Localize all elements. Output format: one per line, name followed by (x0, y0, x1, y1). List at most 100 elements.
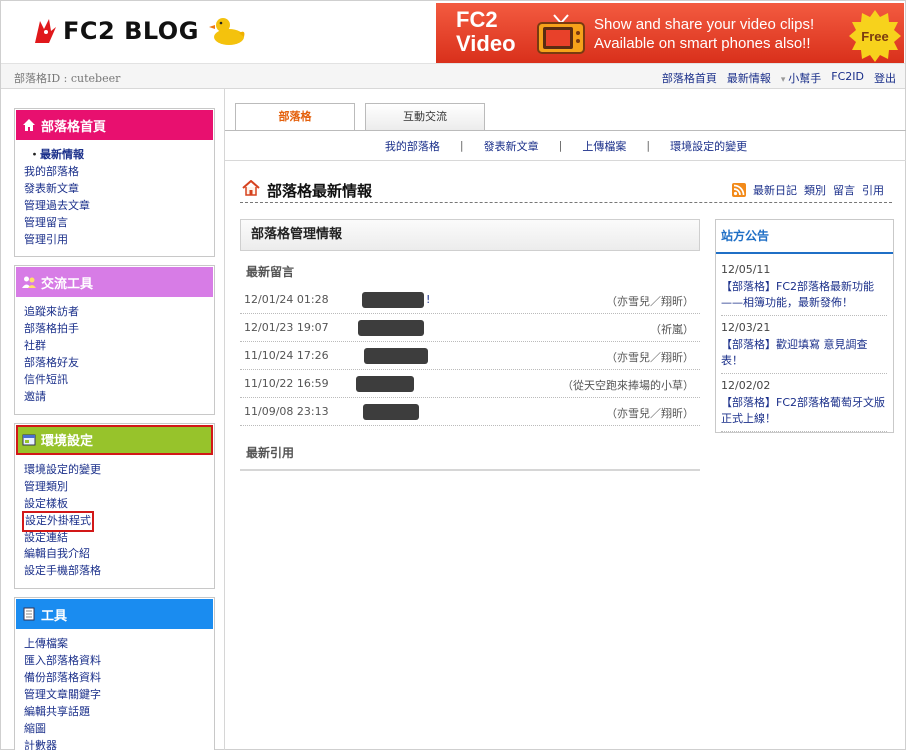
subnav-separator: | (558, 139, 563, 152)
comment-title-redacted[interactable] (360, 348, 440, 364)
page-title: 部落格最新情報 (267, 182, 373, 200)
fc2-video-banner[interactable]: FC2 Video Show and share your video clip… (436, 3, 904, 63)
rss-icon[interactable] (732, 183, 746, 197)
notice-item: 12/03/21 【部落格】歡迎填寫 意見調查表！ (721, 316, 887, 374)
subnav-new-post[interactable]: 發表新文章 (484, 138, 539, 154)
sidebar-item-keywords[interactable]: 管理文章關鍵字 (24, 688, 101, 701)
notice-link[interactable]: 【部落格】歡迎填寫 意見調查表！ (721, 337, 887, 369)
logout-link[interactable]: 登出 (874, 70, 896, 86)
site-notice-box: 站方公告 12/05/11 【部落格】FC2部落格最新功能——相簿功能，最新發佈… (715, 219, 894, 433)
comment-author: （祈嵐） (650, 323, 694, 336)
trackbacks-link[interactable]: 引用 (862, 182, 884, 198)
sidebar-item-community[interactable]: 社群 (24, 339, 46, 352)
sidebar-item-change-settings[interactable]: 環境設定的變更 (24, 463, 101, 476)
sidebar-item-manage-comments[interactable]: 管理留言 (24, 216, 68, 229)
notebook-icon (23, 607, 35, 621)
sidebar-head-tools[interactable]: 工具 (16, 599, 213, 630)
header: FC2 BLOG FC2 Video Show and share your v… (1, 1, 905, 63)
subnav-my-blog[interactable]: 我的部落格 (385, 138, 440, 154)
sidebar-item-plugins[interactable]: 設定外掛程式 (22, 510, 94, 532)
sidebar-item-news[interactable]: 最新情報 (40, 148, 84, 161)
settings-window-icon (22, 434, 36, 446)
comment-list: 12/01/24 01:28 ! （亦雪兒／翔昕） 12/01/23 19:07… (240, 286, 700, 426)
comment-title-redacted[interactable] (356, 376, 440, 392)
sub-navigation: 我的部落格 | 發表新文章 | 上傳檔案 | 環境設定的變更 (225, 131, 906, 161)
notice-link[interactable]: 【部落格】FC2部落格最新功能——相簿功能，最新發佈！ (721, 279, 887, 311)
subnav-upload[interactable]: 上傳檔案 (582, 138, 626, 154)
comment-author: （從天空跑來捧場的小草） (562, 379, 694, 392)
latest-comments-title: 最新留言 (246, 265, 295, 279)
sidebar-item-backup[interactable]: 備份部落格資料 (24, 671, 101, 684)
svg-text:Free: Free (861, 29, 888, 44)
sidebar-item-manage-trackbacks[interactable]: 管理引用 (24, 233, 68, 246)
sidebar-box-community: 交流工具 追蹤來訪者 部落格拍手 社群 部落格好友 信件短訊 邀請 (14, 265, 215, 415)
sidebar-head-home-label: 部落格首頁 (41, 119, 107, 135)
blog-id: 部落格ID : cutebeer (14, 72, 121, 85)
sidebar-item-my-blog[interactable]: 我的部落格 (24, 165, 79, 178)
latest-trackbacks-section: 最新引用 (240, 444, 700, 471)
sidebar-item-visitors[interactable]: 追蹤來訪者 (24, 305, 79, 318)
comment-row: 12/01/24 01:28 ! （亦雪兒／翔昕） (240, 286, 700, 314)
categories-link[interactable]: 類別 (804, 182, 826, 198)
comment-author: （亦雪兒／翔昕） (606, 295, 694, 308)
subnav-change-settings[interactable]: 環境設定的變更 (670, 138, 747, 154)
fc2-blog-logo[interactable]: FC2 BLOG (31, 13, 247, 49)
subnav-separator: | (646, 139, 651, 152)
notice-date: 12/05/11 (721, 263, 771, 276)
sidebar-item-links[interactable]: 設定連結 (24, 531, 68, 544)
sidebar: 部落格首頁 最新情報 我的部落格 發表新文章 管理過去文章 管理留言 管理引用 … (14, 108, 215, 750)
sidebar-item-templates[interactable]: 設定樣板 (24, 497, 68, 510)
sidebar-item-new-post[interactable]: 發表新文章 (24, 182, 79, 195)
latest-trackbacks-title: 最新引用 (246, 446, 295, 460)
notice-link[interactable]: 【部落格】FC2部落格葡萄牙文版正式上線！ (721, 395, 887, 427)
latest-diary-link[interactable]: 最新日記 (753, 182, 797, 198)
house-icon (23, 119, 35, 131)
sidebar-item-counter[interactable]: 計數器 (24, 739, 57, 750)
sidebar-item-manage-posts[interactable]: 管理過去文章 (24, 199, 90, 212)
blog-home-link[interactable]: 部落格首頁 (662, 70, 717, 86)
top-links: 部落格首頁 最新情報 小幫手 FC2ID 登出 (662, 70, 896, 86)
sidebar-head-home[interactable]: 部落格首頁 (16, 110, 213, 140)
sidebar-item-shared-topics[interactable]: 編輯共享話題 (24, 705, 90, 718)
comment-title-redacted[interactable] (358, 320, 440, 336)
banner-brand: FC2 Video (456, 7, 516, 56)
sidebar-list-tools: 上傳檔案 匯入部落格資料 備份部落格資料 管理文章關鍵字 編輯共享話題 縮圖 計… (15, 630, 214, 750)
notice-list: 12/05/11 【部落格】FC2部落格最新功能——相簿功能，最新發佈！ 12/… (716, 254, 893, 432)
sidebar-item-blog-friends[interactable]: 部落格好友 (24, 356, 79, 369)
comment-row: 11/09/08 23:13 （亦雪兒／翔昕） (240, 398, 700, 426)
sidebar-item-clap[interactable]: 部落格拍手 (24, 322, 79, 335)
sidebar-list-settings: 環境設定的變更 管理類別 設定樣板 設定外掛程式 設定連結 編輯自我介紹 設定手… (15, 456, 214, 588)
notice-date: 12/03/21 (721, 321, 771, 334)
tab-interaction[interactable]: 互動交流 (365, 103, 485, 130)
comment-title-redacted[interactable]: ! (360, 292, 440, 308)
news-link[interactable]: 最新情報 (727, 70, 771, 86)
tab-bar: 部落格 互動交流 (235, 103, 485, 131)
comment-date: 12/01/23 19:07 (244, 321, 329, 334)
sidebar-box-tools: 工具 上傳檔案 匯入部落格資料 備份部落格資料 管理文章關鍵字 編輯共享話題 縮… (14, 597, 215, 750)
home-icon (242, 180, 260, 196)
sidebar-item-thumbnails[interactable]: 縮圖 (24, 722, 46, 735)
duck-icon (208, 18, 245, 45)
comment-title-redacted[interactable] (360, 404, 440, 420)
sidebar-item-messages[interactable]: 信件短訊 (24, 373, 68, 386)
help-dropdown[interactable]: 小幫手 (781, 70, 821, 86)
tv-icon (537, 14, 585, 54)
sidebar-item-import[interactable]: 匯入部落格資料 (24, 654, 101, 667)
sidebar-item-mobile-blog[interactable]: 設定手機部落格 (24, 564, 101, 577)
logo-text: FC2 BLOG (63, 17, 199, 45)
comment-date: 12/01/24 01:28 (244, 293, 329, 306)
sidebar-item-manage-categories[interactable]: 管理類別 (24, 480, 68, 493)
sidebar-item-upload[interactable]: 上傳檔案 (24, 637, 68, 650)
sidebar-head-community[interactable]: 交流工具 (16, 267, 213, 298)
comment-author: （亦雪兒／翔昕） (606, 407, 694, 420)
fc2id-link[interactable]: FC2ID (831, 70, 864, 86)
comment-row: 11/10/22 16:59 （從天空跑來捧場的小草） (240, 370, 700, 398)
sidebar-list-community: 追蹤來訪者 部落格拍手 社群 部落格好友 信件短訊 邀請 (15, 298, 214, 413)
sidebar-item-profile[interactable]: 編輯自我介紹 (24, 547, 90, 560)
comments-link[interactable]: 留言 (833, 182, 855, 198)
sidebar-item-invite[interactable]: 邀請 (24, 390, 46, 403)
sidebar-head-tools-label: 工具 (41, 608, 68, 624)
sidebar-box-home: 部落格首頁 最新情報 我的部落格 發表新文章 管理過去文章 管理留言 管理引用 (14, 108, 215, 258)
tab-blog[interactable]: 部落格 (235, 103, 355, 131)
sidebar-head-settings[interactable]: 環境設定 (16, 424, 213, 455)
